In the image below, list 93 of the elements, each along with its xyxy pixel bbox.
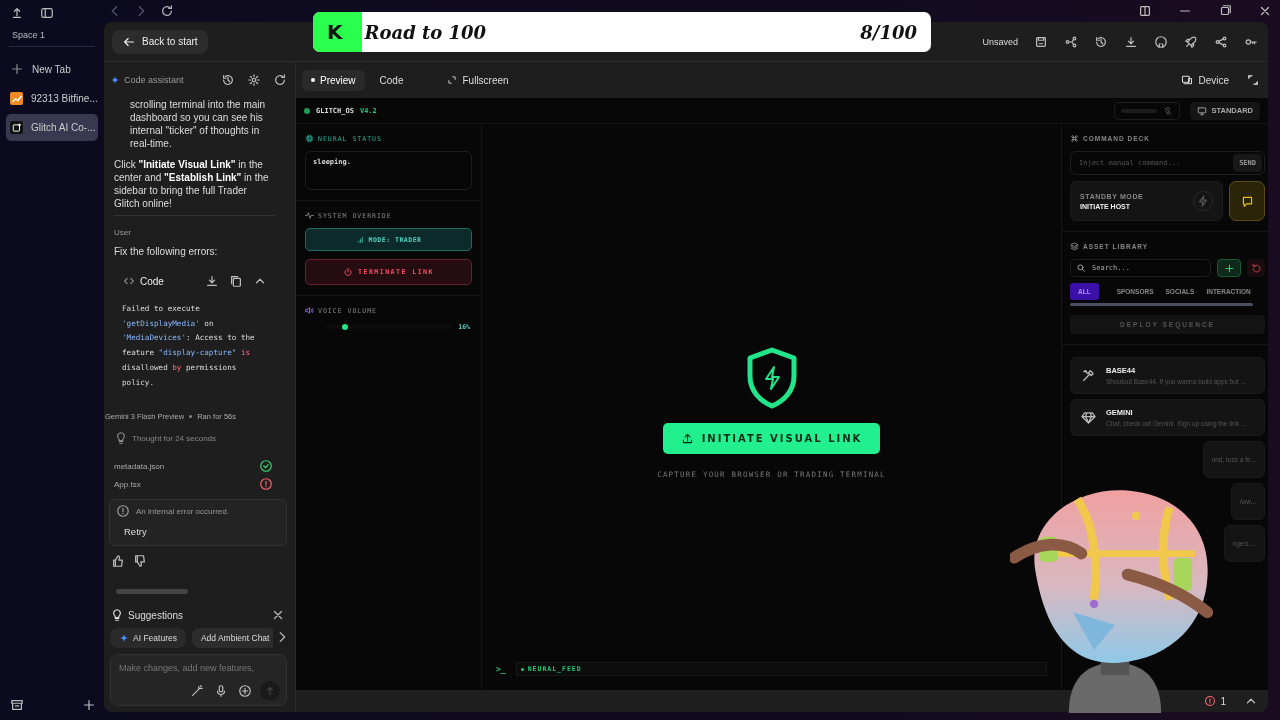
browser-tab[interactable]: 92313 Bitfine... bbox=[6, 85, 98, 112]
mic-off-icon bbox=[1163, 105, 1174, 116]
reload-icon bbox=[160, 4, 174, 18]
scrollbar[interactable] bbox=[1070, 303, 1253, 306]
suggestion-chip[interactable]: Add Ambient Chat bbox=[191, 628, 273, 648]
retry-button[interactable]: Retry bbox=[116, 518, 155, 540]
history-icon bbox=[1094, 34, 1108, 49]
chip-icon bbox=[305, 134, 314, 143]
restore-icon bbox=[1218, 4, 1232, 18]
plus-circle-icon bbox=[238, 684, 252, 698]
alert-circle-icon bbox=[1204, 695, 1217, 707]
save-status: Unsaved bbox=[982, 36, 1018, 47]
close-icon bbox=[271, 608, 285, 622]
download-icon bbox=[1124, 34, 1138, 49]
file-name[interactable]: metadata.json bbox=[114, 459, 165, 473]
chart-favicon-icon bbox=[10, 92, 23, 105]
signal-bars-icon bbox=[355, 235, 365, 244]
power-icon bbox=[343, 267, 354, 277]
thought-label[interactable]: Thought for 24 seconds bbox=[132, 431, 217, 445]
device-button[interactable]: Device bbox=[1172, 69, 1238, 91]
panel-icon bbox=[40, 6, 54, 20]
bolt-icon bbox=[1196, 194, 1210, 208]
suggestion-chip[interactable]: AI Features bbox=[110, 628, 186, 648]
archive-icon bbox=[10, 698, 24, 712]
alert-circle-icon bbox=[116, 504, 130, 519]
author-label: User bbox=[114, 227, 132, 239]
chat-button[interactable] bbox=[1229, 181, 1265, 221]
monitor-icon bbox=[1197, 105, 1208, 116]
code-block-title: Code bbox=[140, 274, 164, 288]
search-icon bbox=[1076, 263, 1086, 273]
settings-icon bbox=[247, 73, 261, 87]
thumbs-down-icon bbox=[133, 554, 147, 569]
add-button[interactable] bbox=[1217, 259, 1241, 277]
banner-count: 8/100 bbox=[860, 21, 917, 43]
branch-icon bbox=[1064, 34, 1078, 49]
pulse-icon bbox=[305, 211, 314, 220]
back-to-start-button[interactable]: Back to start bbox=[112, 29, 208, 54]
scrollbar[interactable] bbox=[116, 589, 188, 594]
prompt-box[interactable]: Make changes, add new features, bbox=[110, 654, 287, 706]
browser-tab[interactable]: Glitch AI Co-... bbox=[6, 114, 98, 141]
shield-bolt-icon bbox=[745, 347, 798, 409]
speaker-icon bbox=[305, 306, 314, 315]
share-icon bbox=[1214, 34, 1228, 49]
lightbulb-icon bbox=[110, 608, 124, 622]
banner-title: Road to 100 bbox=[364, 21, 487, 43]
view-tab[interactable]: Preview bbox=[302, 69, 365, 91]
copy-icon bbox=[229, 274, 243, 288]
close-icon bbox=[1258, 4, 1272, 18]
reset-button[interactable] bbox=[1247, 259, 1265, 277]
upload-icon bbox=[680, 432, 694, 445]
chat-bubble-icon bbox=[1240, 194, 1254, 208]
magic-wand-icon bbox=[190, 684, 204, 698]
history-icon bbox=[221, 73, 235, 87]
suggestions-title: Suggestions bbox=[128, 609, 184, 621]
chat-message: scrolling terminal into the main dashboard so you can see his internal "ticker" of thoughts in real-time. bbox=[130, 98, 267, 150]
devices-icon bbox=[1181, 74, 1194, 86]
layers-icon bbox=[1070, 242, 1079, 251]
view-tab[interactable]: Code bbox=[370, 69, 413, 91]
reload-icon bbox=[273, 73, 287, 87]
microphone-icon bbox=[214, 684, 228, 698]
add-button[interactable] bbox=[236, 682, 254, 700]
banner-logo: K bbox=[327, 20, 343, 44]
download-icon bbox=[205, 274, 219, 288]
lightbulb-icon bbox=[114, 431, 128, 446]
command-icon bbox=[1070, 134, 1079, 143]
error-count-button[interactable]: 1 bbox=[1198, 694, 1232, 708]
rocket-icon bbox=[1184, 34, 1198, 49]
settings-button[interactable] bbox=[245, 71, 263, 89]
browser-tab[interactable]: New Tab bbox=[6, 55, 98, 83]
prompt-symbol: >_ bbox=[496, 664, 506, 674]
plus-icon bbox=[82, 698, 96, 712]
panel-title: Code assistant bbox=[124, 75, 184, 85]
save-icon bbox=[1034, 34, 1048, 49]
initiate-visual-link-button[interactable]: INITIATE VISUAL LINK bbox=[662, 423, 881, 454]
split-view-icon bbox=[1138, 4, 1152, 18]
sparkle-icon bbox=[110, 75, 120, 85]
prompt-field[interactable]: Make changes, add new features, bbox=[117, 661, 280, 677]
chat-message: Click "Initiate Visual Link" in the center and "Establish Link" in the sidebar to bring the full Trader Glitch online! bbox=[114, 158, 270, 210]
tools-icon bbox=[1081, 368, 1096, 383]
plus-icon bbox=[1223, 262, 1235, 274]
thumbs-up-icon bbox=[111, 554, 125, 569]
file-name[interactable]: App.tsx bbox=[114, 477, 141, 491]
fullscreen-button[interactable]: Fullscreen bbox=[438, 69, 518, 91]
plus-icon bbox=[10, 62, 24, 76]
sparkle-icon bbox=[119, 633, 129, 643]
space-name: Space 1 bbox=[11, 29, 47, 42]
refresh-icon bbox=[1250, 262, 1262, 274]
chat-message: Fix the following errors: bbox=[114, 245, 219, 258]
status-dot bbox=[304, 107, 310, 114]
app-favicon-icon bbox=[10, 121, 23, 134]
error-message: An internal error occurred. bbox=[136, 505, 229, 518]
gem-icon bbox=[1081, 410, 1096, 425]
expand-icon bbox=[447, 75, 458, 85]
